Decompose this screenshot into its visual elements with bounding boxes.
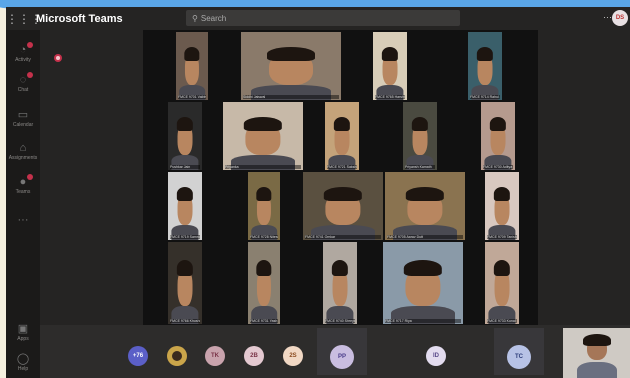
participant-video-tile[interactable]: FMCE 9709 Tanishq xyxy=(485,172,519,240)
chat-icon: ◌ xyxy=(19,74,27,86)
participant-video-tile[interactable]: Priyanka xyxy=(223,102,303,170)
rail-label: Teams xyxy=(15,189,31,195)
rail-item-activity[interactable]: ◔ Activity xyxy=(6,42,40,63)
participant-video-tile[interactable]: FMCE 9731 Yash xyxy=(248,242,280,324)
rail-more-icon[interactable]: ··· xyxy=(6,214,40,227)
rail-label: Help xyxy=(17,366,29,372)
rail-item-help[interactable]: ◯ Help xyxy=(6,352,40,372)
recording-icon xyxy=(54,54,62,62)
participant-video-tile[interactable]: FMCE 9701 Vaibhav Nambiar xyxy=(176,32,208,100)
participant-chip-pp: PP xyxy=(330,345,354,369)
video-stage: FMCE 9701 Vaibhav Nambiar Siddhi Jaiswal F… xyxy=(143,30,538,325)
participant-video-tile[interactable]: Pushkar Jain xyxy=(168,102,202,170)
notification-badge xyxy=(27,42,33,48)
help-icon: ◯ xyxy=(16,353,30,365)
more-options-icon[interactable]: ··· xyxy=(603,12,612,22)
title-bar: ⋮⋮⋮ Microsoft Teams ⚲ Search ··· DS xyxy=(6,7,630,30)
participant-chip-2b[interactable]: 2B xyxy=(244,346,264,366)
overflow-participants-chip[interactable]: +76 xyxy=(128,346,148,366)
rail-item-apps[interactable]: ▣ Apps xyxy=(6,322,40,342)
participant-strip: +76 TK 2B 2S PP ID TC xyxy=(40,325,630,378)
participant-video-tile[interactable]: FMCE 9765 Harshitha xyxy=(373,32,407,100)
participant-video-tile[interactable]: FMCE 9719 Samruddhi xyxy=(168,172,202,240)
rail-label: Activity xyxy=(15,57,31,63)
participant-name: Pushkar Jain xyxy=(170,165,200,169)
participant-name: FMCE 9705 Aarav Dutt xyxy=(387,235,463,239)
participant-tile-tc[interactable]: TC xyxy=(494,328,544,375)
notification-badge xyxy=(27,72,33,78)
calendar-icon: ▭ xyxy=(17,109,29,121)
participant-photo-chip[interactable] xyxy=(167,346,187,366)
participant-name: FMCE 9717 Riya xyxy=(385,319,461,323)
rail-item-chat[interactable]: ◌ Chat xyxy=(6,72,40,93)
participant-name: FMCE 9714 Rahul Jadhav xyxy=(470,95,500,99)
rail-label: Assignments xyxy=(8,155,38,161)
rail-item-assignments[interactable]: ⌂ Assignments xyxy=(6,142,40,161)
search-input[interactable]: ⚲ Search xyxy=(186,10,460,26)
rail-label: Calendar xyxy=(12,122,34,128)
participant-chip-tc: TC xyxy=(507,345,531,369)
rail-item-teams[interactable]: ● Teams xyxy=(6,174,40,195)
participant-video-tile[interactable]: FMCE 9741 Omkar xyxy=(303,172,383,240)
user-avatar[interactable]: DS xyxy=(612,10,628,26)
participant-tile-pp[interactable]: PP xyxy=(317,328,367,375)
participant-video-tile[interactable]: FMCE 9730 Aditya Shetty xyxy=(481,102,515,170)
left-pane xyxy=(40,30,144,325)
participant-name: Priyansh Kamath xyxy=(405,165,435,169)
avatar xyxy=(172,351,182,361)
app-title: Microsoft Teams xyxy=(36,12,123,25)
participant-video-tile[interactable]: Priyansh Kamath xyxy=(403,102,437,170)
participant-name: FMCE 9733 Kunal xyxy=(487,319,517,323)
participant-name: FMCE 9766 Khushi xyxy=(170,319,200,323)
notification-badge xyxy=(27,174,33,180)
participant-name: FMCE 9709 Tanishq xyxy=(487,235,517,239)
participant-video-tile[interactable]: FMCE 9740 Shreyas xyxy=(323,242,357,324)
participant-chip-2s[interactable]: 2S xyxy=(283,346,303,366)
participant-video-tile[interactable]: FMCE 9714 Rahul Jadhav xyxy=(468,32,502,100)
search-placeholder: Search xyxy=(200,13,227,23)
rail-item-calendar[interactable]: ▭ Calendar xyxy=(6,108,40,128)
participant-name: FMCE 9730 Aditya Shetty xyxy=(483,165,513,169)
app-rail: ◔ Activity ◌ Chat ▭ Calendar ⌂ Assignmen… xyxy=(6,30,40,378)
participant-name: FMCE 9731 Yash xyxy=(250,319,278,323)
teams-icon: ● xyxy=(19,176,27,188)
apps-icon: ▣ xyxy=(17,323,29,335)
app-launcher-icon[interactable]: ⋮⋮⋮ xyxy=(6,12,42,26)
participant-name: FMCE 9721 Sakshi xyxy=(327,165,357,169)
participant-name: FMCE 9741 Omkar xyxy=(305,235,381,239)
search-icon: ⚲ xyxy=(192,13,198,23)
participant-video-tile[interactable]: FMCE 9766 Khushi xyxy=(168,242,202,324)
participant-video-tile[interactable]: FMCE 9733 Kunal xyxy=(485,242,519,324)
participant-name: FMCE 9719 Samruddhi xyxy=(170,235,200,239)
participant-name: FMCE 9728 Nitesh xyxy=(250,235,278,239)
participant-name: Priyanka xyxy=(225,165,301,169)
rail-label: Apps xyxy=(17,336,29,342)
participant-chip-tk[interactable]: TK xyxy=(205,346,225,366)
participant-chip-id[interactable]: ID xyxy=(426,346,446,366)
assignments-icon: ⌂ xyxy=(19,142,27,154)
participant-name: Siddhi Jaiswal xyxy=(243,95,339,99)
participant-video-tile[interactable]: FMCE 9717 Riya xyxy=(383,242,463,324)
right-pane xyxy=(538,30,630,325)
participant-name: FMCE 9701 Vaibhav Nambiar xyxy=(178,95,206,99)
rail-label: Chat xyxy=(17,87,29,93)
participant-name: FMCE 9740 Shreyas xyxy=(325,319,355,323)
self-view-video xyxy=(563,328,630,378)
participant-video-tile[interactable]: Siddhi Jaiswal xyxy=(241,32,341,100)
participant-video-tile[interactable]: FMCE 9728 Nitesh xyxy=(248,172,280,240)
teams-window: ⋮⋮⋮ Microsoft Teams ⚲ Search ··· DS ◔ Ac… xyxy=(6,7,630,378)
bell-icon: ◔ xyxy=(19,44,27,56)
participant-name: FMCE 9765 Harshitha xyxy=(375,95,405,99)
participant-video-tile[interactable]: FMCE 9721 Sakshi xyxy=(325,102,359,170)
participant-video-tile[interactable]: FMCE 9705 Aarav Dutt xyxy=(385,172,465,240)
